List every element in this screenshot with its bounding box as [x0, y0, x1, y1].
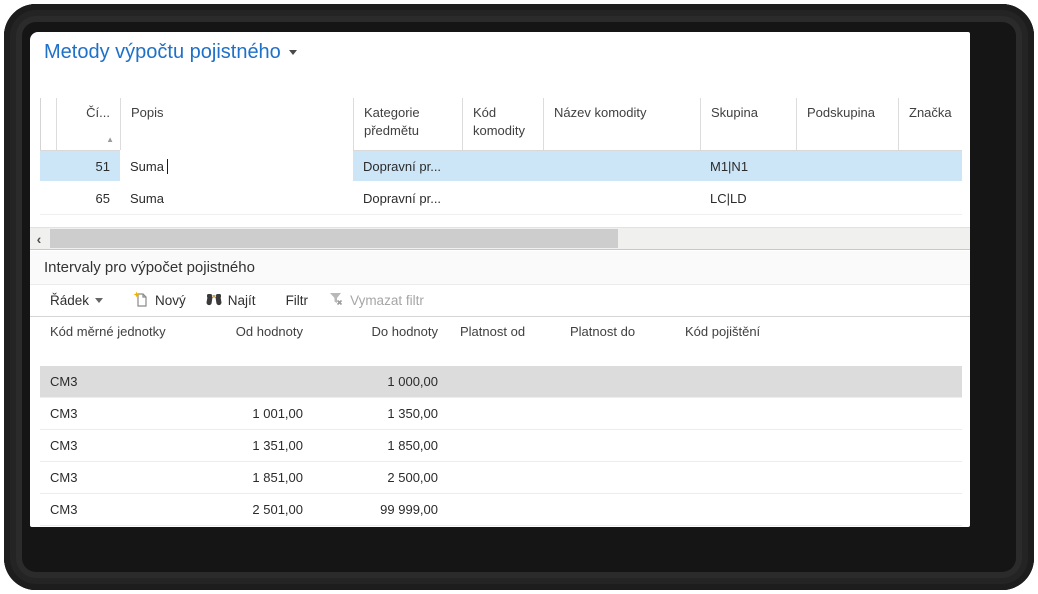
cell-kod-mj[interactable]: CM3	[40, 438, 190, 453]
find-button-label: Najít	[228, 293, 256, 308]
text-cursor	[167, 159, 168, 174]
column-header-znacka[interactable]: Značka	[898, 98, 962, 150]
sort-ascending-icon: ▲	[106, 136, 114, 144]
column-header-kod-komodity-label: Kód komodity	[473, 105, 525, 138]
cell-skupina[interactable]: M1|N1	[700, 159, 796, 174]
radek-menu-label: Řádek	[50, 293, 89, 308]
clear-filter-icon	[328, 292, 344, 309]
intervals-header-row: Kód měrné jednotky Od hodnoty Do hodnoty…	[40, 318, 962, 366]
page-title-dropdown-icon[interactable]	[289, 50, 297, 55]
cell-do-hodnoty[interactable]: 1 000,00	[315, 374, 450, 389]
intervals-section-header: Intervaly pro výpočet pojistného	[30, 251, 970, 285]
clear-filter-label: Vymazat filtr	[350, 293, 424, 308]
column-header-popis-label: Popis	[131, 105, 164, 120]
column-header-kod-merne-jednotky-label: Kód měrné jednotky	[50, 324, 166, 339]
intervals-section-title: Intervaly pro výpočet pojistného	[30, 259, 255, 276]
cell-kod-mj[interactable]: CM3	[40, 406, 190, 421]
page-title-bar: Metody výpočtu pojistného	[44, 36, 297, 68]
scrollbar-track[interactable]	[48, 228, 970, 249]
interval-row[interactable]: CM3 1 851,00 2 500,00	[40, 462, 962, 494]
column-header-cislo-label: Čí...	[86, 105, 110, 120]
binoculars-icon	[206, 292, 222, 309]
row-indicator-header	[40, 98, 56, 150]
column-header-platnost-do[interactable]: Platnost do	[560, 318, 675, 366]
column-header-od-hodnoty-label: Od hodnoty	[236, 324, 303, 339]
column-header-kod-komodity[interactable]: Kód komodity	[462, 98, 543, 150]
cell-od-hodnoty[interactable]: 2 501,00	[190, 502, 315, 517]
column-header-kod-pojisteni[interactable]: Kód pojištění	[675, 318, 805, 366]
cell-popis[interactable]: Suma	[120, 191, 353, 206]
horizontal-scrollbar: ‹	[30, 227, 970, 250]
table-row[interactable]: 65 Suma Dopravní pr... LC|LD	[40, 183, 962, 215]
column-header-cislo[interactable]: Čí... ▲	[56, 98, 120, 150]
filter-button[interactable]: Filtr	[278, 289, 317, 312]
column-header-podskupina[interactable]: Podskupina	[796, 98, 898, 150]
new-button-label: Nový	[155, 293, 186, 308]
new-button[interactable]: Nový	[125, 287, 194, 314]
column-header-platnost-od[interactable]: Platnost od	[450, 318, 560, 366]
column-header-platnost-od-label: Platnost od	[460, 324, 525, 339]
cell-kategorie[interactable]: Dopravní pr...	[353, 191, 462, 206]
methods-table: Čí... ▲ Popis Kategorie předmětu Kód kom…	[40, 98, 962, 215]
column-header-podskupina-label: Podskupina	[807, 105, 875, 120]
column-header-skupina-label: Skupina	[711, 105, 758, 120]
column-header-platnost-do-label: Platnost do	[570, 324, 635, 339]
cell-od-hodnoty[interactable]: 1 351,00	[190, 438, 315, 453]
radek-menu-button[interactable]: Řádek	[42, 289, 111, 312]
cell-kod-mj[interactable]: CM3	[40, 374, 190, 389]
filter-button-label: Filtr	[286, 293, 309, 308]
intervals-table: Kód měrné jednotky Od hodnoty Do hodnoty…	[40, 318, 962, 526]
find-button[interactable]: Najít	[198, 288, 264, 313]
column-header-popis[interactable]: Popis	[120, 98, 353, 150]
interval-row[interactable]: CM3 1 351,00 1 850,00	[40, 430, 962, 462]
column-header-do-hodnoty[interactable]: Do hodnoty	[315, 318, 450, 366]
cell-od-hodnoty[interactable]: 1 851,00	[190, 470, 315, 485]
cell-kod-mj[interactable]: CM3	[40, 470, 190, 485]
scrollbar-thumb[interactable]	[50, 229, 618, 248]
new-document-icon	[133, 291, 149, 310]
intervals-toolbar: Řádek Nový	[30, 285, 970, 317]
cell-do-hodnoty[interactable]: 1 350,00	[315, 406, 450, 421]
cell-skupina[interactable]: LC|LD	[700, 191, 796, 206]
cell-kategorie[interactable]: Dopravní pr...	[353, 159, 462, 174]
interval-row[interactable]: CM3 2 501,00 99 999,00	[40, 494, 962, 526]
cell-do-hodnoty[interactable]: 99 999,00	[315, 502, 450, 517]
column-header-od-hodnoty[interactable]: Od hodnoty	[190, 318, 315, 366]
column-header-kod-pojisteni-label: Kód pojištění	[685, 324, 760, 339]
methods-table-header-row: Čí... ▲ Popis Kategorie předmětu Kód kom…	[40, 98, 962, 151]
chevron-down-icon	[95, 298, 103, 303]
column-header-kod-merne-jednotky[interactable]: Kód měrné jednotky	[40, 318, 190, 366]
column-header-nazev-komodity[interactable]: Název komodity	[543, 98, 700, 150]
page-title: Metody výpočtu pojistného	[44, 41, 281, 64]
cell-cislo[interactable]: 51	[56, 159, 120, 174]
cell-cislo[interactable]: 65	[56, 191, 120, 206]
cell-kod-mj[interactable]: CM3	[40, 502, 190, 517]
interval-row[interactable]: CM3 1 001,00 1 350,00	[40, 398, 962, 430]
interval-row-selected[interactable]: CM3 1 000,00	[40, 366, 962, 398]
column-header-kategorie[interactable]: Kategorie předmětu	[353, 98, 462, 150]
column-header-nazev-komodity-label: Název komodity	[554, 105, 646, 120]
column-header-skupina[interactable]: Skupina	[700, 98, 796, 150]
cell-od-hodnoty[interactable]: 1 001,00	[190, 406, 315, 421]
column-header-do-hodnoty-label: Do hodnoty	[372, 324, 439, 339]
cell-do-hodnoty[interactable]: 2 500,00	[315, 470, 450, 485]
app-window: Metody výpočtu pojistného Čí... ▲ Popis …	[30, 32, 970, 527]
cell-popis-editing[interactable]: Suma	[120, 150, 353, 182]
screenshot-stage: Metody výpočtu pojistného Čí... ▲ Popis …	[0, 0, 1038, 594]
scroll-left-arrow[interactable]: ‹	[30, 228, 48, 249]
column-header-znacka-label: Značka	[909, 105, 952, 120]
clear-filter-button[interactable]: Vymazat filtr	[320, 288, 432, 313]
cell-popis-value: Suma	[130, 159, 164, 174]
column-header-kategorie-label: Kategorie předmětu	[364, 105, 420, 138]
cell-do-hodnoty[interactable]: 1 850,00	[315, 438, 450, 453]
table-row-selected[interactable]: 51 Suma Dopravní pr... M1|N1	[40, 151, 962, 183]
